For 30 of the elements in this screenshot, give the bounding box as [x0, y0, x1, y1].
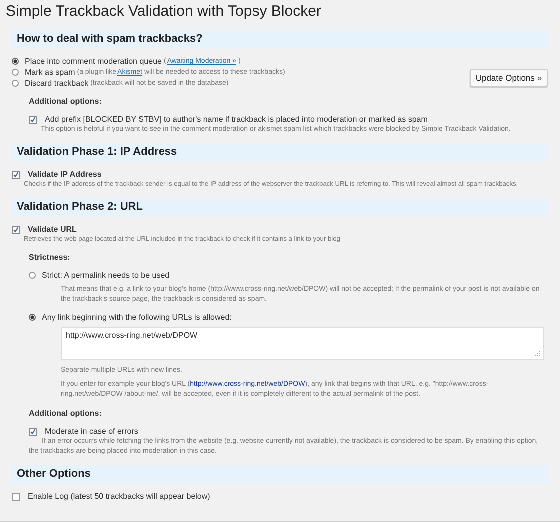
checkbox-label: Validate IP Address	[28, 170, 102, 179]
option-label: Mark as spam	[25, 68, 76, 77]
page-title: Simple Trackback Validation with Topsy Blocker	[6, 3, 322, 20]
section-heading: Validation Phase 1: IP Address	[12, 143, 548, 161]
checkbox[interactable]	[29, 428, 37, 436]
radio-button[interactable]	[12, 80, 19, 87]
section-heading: Validation Phase 2: URL	[12, 198, 548, 216]
checkbox[interactable]	[12, 226, 20, 234]
subheading: Strictness:	[29, 253, 72, 262]
option-label: Discard trackback	[25, 79, 89, 88]
checkbox-label: Enable Log (latest 50 trackbacks will appear below)	[28, 492, 210, 501]
radio-button[interactable]	[12, 69, 19, 76]
checkbox-label: Moderate in case of errors	[45, 427, 138, 436]
radio-button[interactable]	[29, 272, 36, 279]
checkbox[interactable]	[12, 492, 20, 500]
checkbox[interactable]	[29, 116, 37, 124]
radio-button[interactable]	[29, 314, 36, 321]
radio-button[interactable]	[12, 58, 19, 65]
subheading: Additional options:	[28, 97, 103, 106]
checkbox-label: Add prefix [BLOCKED BY STBV] to author's name if trackback is placed into moderation or marked as spam	[45, 115, 428, 124]
section-heading: How to deal with spam trackbacks?	[12, 30, 548, 48]
option-label: Strict: A permalink needs to be used	[42, 271, 170, 280]
subheading: Additional options:	[29, 409, 103, 418]
checkbox[interactable]	[12, 170, 20, 178]
update-options-button[interactable]: Update Options »	[470, 69, 548, 87]
section-heading: Other Options	[12, 465, 548, 483]
checkbox-label: Validate URL	[28, 225, 77, 234]
option-label: Any link beginning with the following URLs is allowed:	[42, 313, 232, 322]
url-textarea[interactable]: http://www.cross-ring.net/web/DPOW	[61, 327, 544, 360]
option-label: Place into comment moderation queue	[25, 57, 162, 66]
